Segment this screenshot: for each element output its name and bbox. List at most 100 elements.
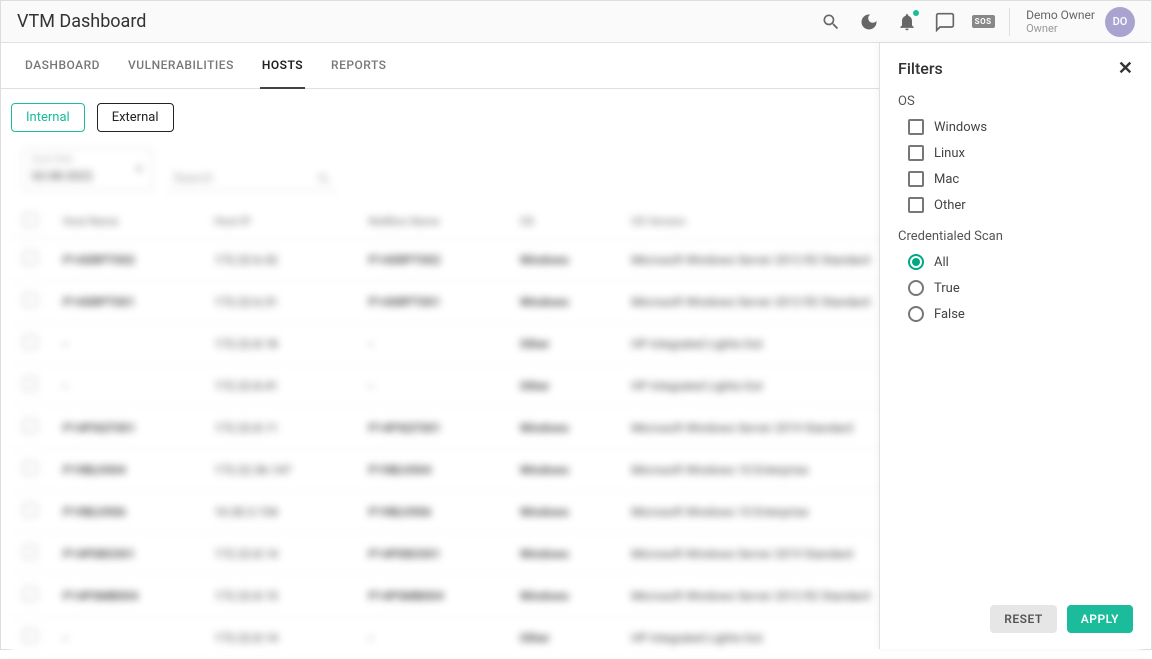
- cell-netbios: P14SRPT002: [356, 239, 507, 281]
- row-checkbox[interactable]: [23, 629, 37, 643]
- sos-icon[interactable]: SOS: [973, 12, 993, 32]
- col-host-name[interactable]: Host Name: [51, 205, 202, 239]
- os-option-windows[interactable]: Windows: [908, 119, 1133, 135]
- search-icon[interactable]: [821, 12, 841, 32]
- user-role: Owner: [1026, 22, 1095, 35]
- cell-host-ip: 172.22.6.32: [202, 239, 356, 281]
- os-option-other[interactable]: Other: [908, 197, 1133, 213]
- chat-icon[interactable]: [935, 12, 955, 32]
- cell-netbios: -: [356, 617, 507, 659]
- cell-netbios: P14SRPT001: [356, 281, 507, 323]
- apply-button[interactable]: APPLY: [1067, 605, 1133, 633]
- cell-host-ip: 172.22.8.14: [202, 533, 356, 575]
- row-checkbox[interactable]: [23, 503, 37, 517]
- search-icon: [317, 172, 331, 186]
- row-checkbox[interactable]: [23, 335, 37, 349]
- filters-title: Filters: [898, 59, 943, 78]
- col-host-ip[interactable]: Host IP: [202, 205, 356, 239]
- cell-os: Windows: [508, 239, 619, 281]
- cell-host-name: P14PSMB004: [51, 575, 202, 617]
- cell-os: Other: [508, 365, 619, 407]
- search-input[interactable]: Search: [167, 167, 337, 191]
- checkbox-icon: [908, 119, 924, 135]
- scan-date-select[interactable]: Scan Date 02-08-2022 ▼: [23, 148, 153, 191]
- select-all-checkbox[interactable]: [23, 213, 37, 227]
- col-netbios[interactable]: NetBios Name: [356, 205, 507, 239]
- os-option-linux[interactable]: Linux: [908, 145, 1133, 161]
- header-right: SOS Demo Owner Owner DO: [821, 7, 1135, 37]
- tab-reports[interactable]: REPORTS: [329, 43, 388, 89]
- cell-os: Windows: [508, 449, 619, 491]
- row-checkbox[interactable]: [23, 377, 37, 391]
- cell-netbios: P19BLV004: [356, 449, 507, 491]
- close-icon[interactable]: ✕: [1118, 60, 1133, 78]
- cell-netbios: P14PDB3301: [356, 533, 507, 575]
- col-os[interactable]: OS: [508, 205, 619, 239]
- reset-button[interactable]: RESET: [990, 605, 1056, 633]
- cell-host-ip: 172.22.8.14: [202, 617, 356, 659]
- cell-host-ip: 172.22.8.15: [202, 575, 356, 617]
- cell-host-name: -: [51, 365, 202, 407]
- cell-host-name: P14SRPT001: [51, 281, 202, 323]
- cell-os: Other: [508, 323, 619, 365]
- cell-host-ip: 172.22.8.11: [202, 407, 356, 449]
- row-checkbox[interactable]: [23, 545, 37, 559]
- cell-netbios: P14PSQT001: [356, 407, 507, 449]
- cred-options: All True False: [898, 254, 1133, 322]
- filters-body: OS WindowsLinuxMacOther Credentialed Sca…: [880, 88, 1151, 593]
- divider: [1009, 8, 1010, 36]
- cred-option-false[interactable]: False: [908, 306, 1133, 322]
- user-text: Demo Owner Owner: [1026, 8, 1095, 35]
- filters-panel: Filters ✕ OS WindowsLinuxMacOther Creden…: [879, 43, 1151, 649]
- row-checkbox[interactable]: [23, 293, 37, 307]
- user-name: Demo Owner: [1026, 8, 1095, 22]
- row-checkbox[interactable]: [23, 251, 37, 265]
- option-label: False: [934, 307, 965, 322]
- user-menu[interactable]: Demo Owner Owner DO: [1026, 7, 1135, 37]
- option-label: Other: [934, 198, 966, 213]
- chevron-down-icon: ▼: [134, 164, 144, 175]
- cell-os: Windows: [508, 533, 619, 575]
- cell-host-name: -: [51, 617, 202, 659]
- cell-netbios: P19BLV006: [356, 491, 507, 533]
- cell-host-name: P19BLV006: [51, 491, 202, 533]
- checkbox-icon: [908, 171, 924, 187]
- cell-host-name: P19BLV004: [51, 449, 202, 491]
- cell-host-name: -: [51, 323, 202, 365]
- moon-icon[interactable]: [859, 12, 879, 32]
- cell-netbios: P14PSMB004: [356, 575, 507, 617]
- cell-host-name: P14PDB3301: [51, 533, 202, 575]
- filters-header: Filters ✕: [880, 43, 1151, 88]
- option-label: Windows: [934, 120, 987, 135]
- avatar: DO: [1105, 7, 1135, 37]
- radio-icon: [908, 254, 924, 270]
- cell-host-ip: 172.22.36.147: [202, 449, 356, 491]
- row-checkbox[interactable]: [23, 419, 37, 433]
- bell-icon[interactable]: [897, 12, 917, 32]
- filters-footer: RESET APPLY: [880, 593, 1151, 649]
- cell-host-ip: 172.22.8.18: [202, 323, 356, 365]
- os-option-mac[interactable]: Mac: [908, 171, 1133, 187]
- cell-host-ip: 10.30.3.154: [202, 491, 356, 533]
- cred-option-true[interactable]: True: [908, 280, 1133, 296]
- row-checkbox[interactable]: [23, 461, 37, 475]
- checkbox-icon: [908, 197, 924, 213]
- option-label: Linux: [934, 146, 965, 161]
- app-header: VTM Dashboard SOS Demo Owner Ow: [1, 1, 1151, 43]
- app-title: VTM Dashboard: [17, 11, 146, 32]
- cell-os: Windows: [508, 407, 619, 449]
- tab-vulnerabilities[interactable]: VULNERABILITIES: [126, 43, 236, 89]
- cell-os: Other: [508, 617, 619, 659]
- row-checkbox[interactable]: [23, 587, 37, 601]
- cell-host-name: P14SRPT002: [51, 239, 202, 281]
- option-label: True: [934, 281, 960, 296]
- chip-internal[interactable]: Internal: [11, 103, 85, 132]
- header-icons: SOS: [821, 12, 993, 32]
- tab-hosts[interactable]: HOSTS: [260, 43, 305, 89]
- chip-external[interactable]: External: [97, 103, 174, 132]
- checkbox-icon: [908, 145, 924, 161]
- cred-section-label: Credentialed Scan: [898, 229, 1133, 244]
- cred-option-all[interactable]: All: [908, 254, 1133, 270]
- tab-dashboard[interactable]: DASHBOARD: [23, 43, 102, 89]
- cell-netbios: -: [356, 323, 507, 365]
